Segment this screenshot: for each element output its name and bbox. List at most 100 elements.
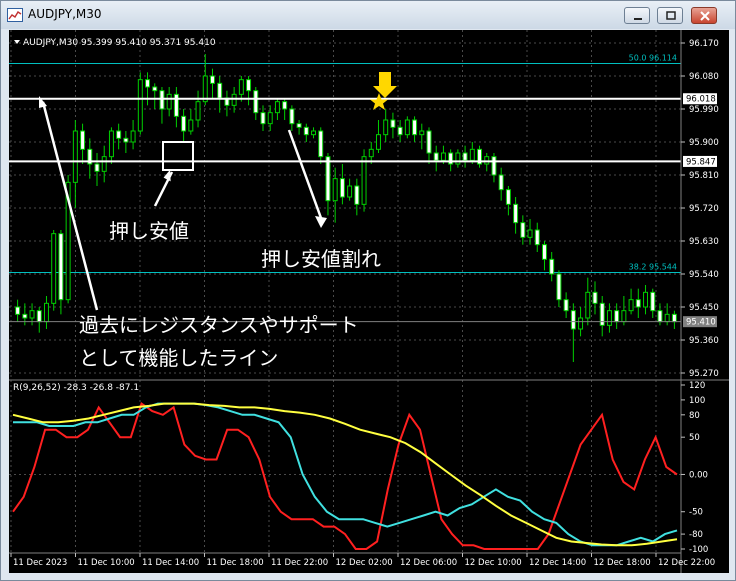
price-label: 95.450 [689,303,719,313]
candle-body [491,156,497,176]
time-label: 11 Dec 14:00 [142,558,199,568]
fib-level-label: 38.2 95.544 [629,263,677,272]
indicator-label: 120 [689,381,705,391]
label-past-resistance: 過去にレジスタンスやサポート [79,313,359,337]
candle-body [325,156,331,202]
candle-body [318,130,324,158]
candle-body [375,134,381,150]
price-label: 95.270 [689,369,719,379]
indicator-label: 80 [689,411,700,421]
candle-body [209,75,215,84]
restore-icon [666,11,676,20]
chart-area[interactable]: 50.0 96.114 38.2 95.544 96.170 96.080 95.99… [9,30,729,573]
price-label: 95.630 [689,237,719,247]
price-label: 95.720 [689,204,719,214]
candle-body [152,86,158,92]
candle-body [72,130,78,183]
candle-body [296,123,302,128]
time-label: 12 Dec 14:00 [529,558,586,568]
candle-body [238,79,244,95]
candle-body [520,222,526,238]
time-label: 11 Dec 22:00 [271,558,328,568]
indicator-label: -50 [689,508,703,518]
candle-body [130,130,136,143]
candle-body [419,130,425,136]
candle-body [606,310,612,326]
candle-body [58,233,64,301]
candle-body [469,148,475,161]
price-tag-label: 96.018 [686,95,716,105]
candle-body [578,317,584,330]
maximize-button[interactable] [657,7,683,24]
candle-body [116,130,122,139]
time-label: 12 Dec 10:00 [465,558,522,568]
candle-body [181,115,187,132]
time-label: 11 Dec 18:00 [207,558,264,568]
candle-body [159,90,165,110]
label-oshi-yasune-ware: 押し安値割れ [261,247,381,271]
candle-body [498,174,504,191]
candle-body [527,229,533,238]
price-label: 96.080 [689,72,719,82]
candle-body [585,291,591,319]
candle-body [289,108,295,125]
candle-body [368,148,374,158]
price-label: 95.540 [689,270,719,280]
candle-body [36,310,42,323]
candle-body [534,229,540,246]
candle-body [549,258,555,275]
candle-body [412,119,418,136]
fib-level-label: 50.0 96.114 [629,54,677,63]
candle-body [260,112,266,125]
candle-body [390,119,396,128]
minimize-button[interactable] [624,7,650,24]
candle-body [166,93,172,110]
candle-body [137,79,143,132]
candle-body [246,79,252,92]
title-bar[interactable]: AUDJPY,M30 [1,1,735,29]
candle-body [347,185,353,198]
candle-body [563,299,569,312]
time-label: 12 Dec 18:00 [594,558,651,568]
candle-body [282,101,288,110]
candle-body [145,79,151,88]
indicator-label: -100 [689,545,708,555]
candle-body [628,299,634,312]
candle-body [101,156,107,172]
candle-body [361,156,367,205]
candle-body [570,310,576,330]
candle-body [541,244,547,260]
candle-body [426,130,432,154]
candle-body [643,291,649,308]
candle-body [332,178,338,202]
candle-body [614,310,620,323]
price-header: AUDJPY,M30 95.399 95.410 95.371 95.410 [23,38,216,48]
time-label: 11 Dec 10:00 [78,558,135,568]
price-tag-label: 95.410 [686,318,716,328]
price-label: 95.900 [689,138,719,148]
candle-body [671,313,677,323]
time-label: 12 Dec 06:00 [400,558,457,568]
candle-body [188,119,194,132]
candle-body [462,152,468,161]
price-label: 96.170 [689,39,719,49]
time-label: 12 Dec 22:00 [658,558,715,568]
candle-body [664,313,670,323]
candle-body [635,299,641,308]
time-label: 12 Dec 02:00 [336,558,393,568]
close-button[interactable] [691,7,717,24]
chart-window: AUDJPY,M30 50.0 96.114 38.2 95.544 96.170… [0,0,736,581]
candle-body [195,101,201,121]
label-functioned-line: として機能したライン [79,346,278,370]
candle-body [484,156,490,165]
label-oshi-yasune: 押し安値 [109,219,189,243]
candle-body [404,119,410,136]
indicator-label: 50 [689,433,700,443]
candle-body [397,126,403,136]
candle-body [15,306,21,315]
candle-body [94,163,100,172]
candle-body [29,310,35,319]
minimize-icon [634,18,642,20]
indicator-label: 100 [689,396,705,406]
candle-body [592,291,598,304]
